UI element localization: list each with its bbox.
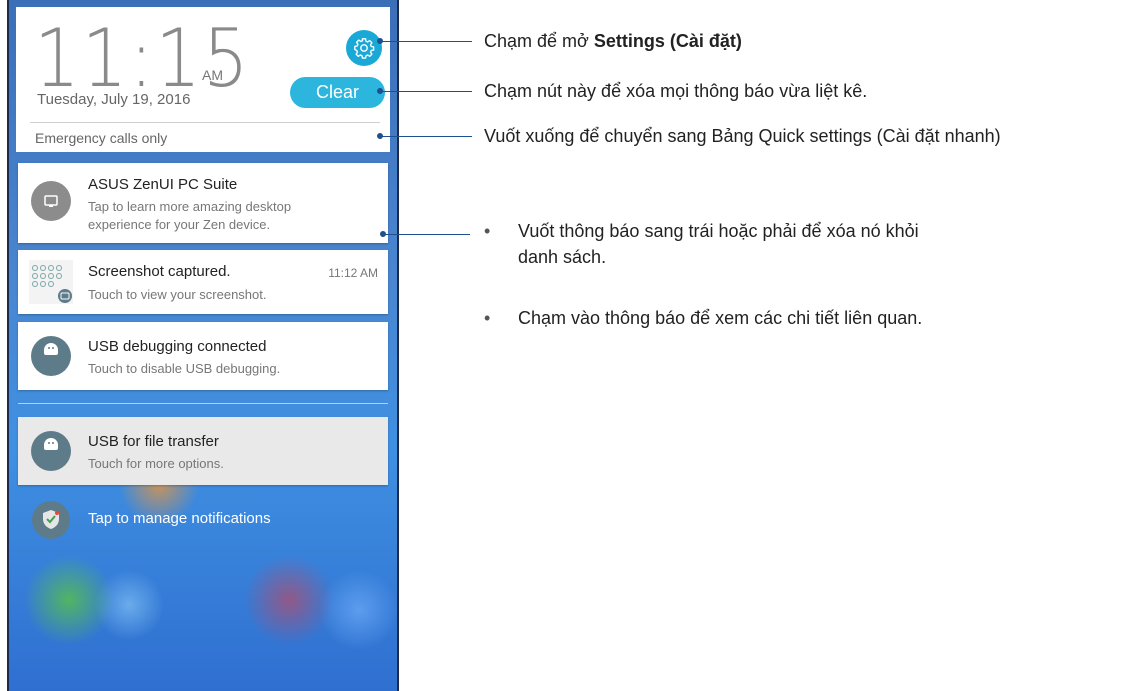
notification-screenshot[interactable]: Screenshot captured. 11:12 AM Touch to v… bbox=[18, 250, 388, 314]
clock-ampm: AM bbox=[202, 67, 223, 83]
annotation-swipe: Vuốt xuống để chuyển sang Bảng Quick set… bbox=[484, 126, 1001, 146]
notification-title: USB debugging connected bbox=[88, 338, 267, 355]
annotation-settings-text: Chạm để mở bbox=[484, 31, 594, 51]
manage-notifications[interactable]: Tap to manage notifications bbox=[18, 500, 388, 540]
pc-suite-icon bbox=[31, 181, 71, 221]
bullet-symbol: • bbox=[484, 308, 491, 328]
notification-title: ASUS ZenUI PC Suite bbox=[88, 176, 238, 193]
bullet-text: Chạm vào thông báo để xem các chi tiết l… bbox=[518, 308, 923, 328]
callout-line bbox=[380, 41, 472, 42]
callout-line bbox=[383, 234, 470, 235]
settings-button[interactable] bbox=[346, 30, 382, 66]
clear-button[interactable]: Clear bbox=[290, 77, 385, 108]
callout-line bbox=[380, 91, 472, 92]
notification-subtitle: Touch for more options. bbox=[88, 456, 224, 471]
screenshot-thumbnail bbox=[29, 260, 73, 304]
notification-usb-file-transfer[interactable]: USB for file transfer Touch for more opt… bbox=[18, 417, 388, 485]
notification-pc-suite[interactable]: ASUS ZenUI PC Suite Tap to learn more am… bbox=[18, 163, 388, 243]
annotation-settings: Chạm để mở Settings (Cài đặt) bbox=[484, 31, 742, 52]
annotation-clear: Chạm nút này để xóa mọi thông báo vừa li… bbox=[484, 81, 868, 101]
notification-title: USB for file transfer bbox=[88, 433, 219, 450]
clock: 11:15 bbox=[34, 12, 251, 105]
lockscreen-header: 11:15 AM Tuesday, July 19, 2016 Clear Em… bbox=[16, 7, 390, 152]
annotation-settings-bold: Settings (Cài đặt) bbox=[593, 31, 742, 51]
header-divider bbox=[30, 122, 380, 123]
manage-notifications-label: Tap to manage notifications bbox=[88, 510, 271, 527]
notification-subtitle: Touch to view your screenshot. bbox=[88, 287, 267, 302]
callout-line bbox=[380, 136, 472, 137]
notification-time: 11:12 AM bbox=[328, 266, 378, 280]
android-icon bbox=[31, 431, 71, 471]
bullet-text: Vuốt thông báo sang trái hoặc phải để xó… bbox=[518, 221, 919, 267]
notification-subtitle: Tap to learn more amazing desktop experi… bbox=[88, 199, 292, 232]
android-icon bbox=[31, 336, 71, 376]
gear-icon bbox=[354, 38, 375, 59]
notification-usb-debugging[interactable]: USB debugging connected Touch to disable… bbox=[18, 322, 388, 390]
separator bbox=[18, 403, 388, 404]
notification-title: Screenshot captured. bbox=[88, 263, 231, 280]
shield-icon bbox=[32, 501, 70, 539]
notification-subtitle: Touch to disable USB debugging. bbox=[88, 361, 281, 376]
bullet-symbol: • bbox=[484, 221, 491, 241]
date: Tuesday, July 19, 2016 bbox=[37, 91, 191, 108]
phone-screen: 11:15 AM Tuesday, July 19, 2016 Clear Em… bbox=[7, 0, 399, 691]
status-text: Emergency calls only bbox=[35, 130, 168, 146]
